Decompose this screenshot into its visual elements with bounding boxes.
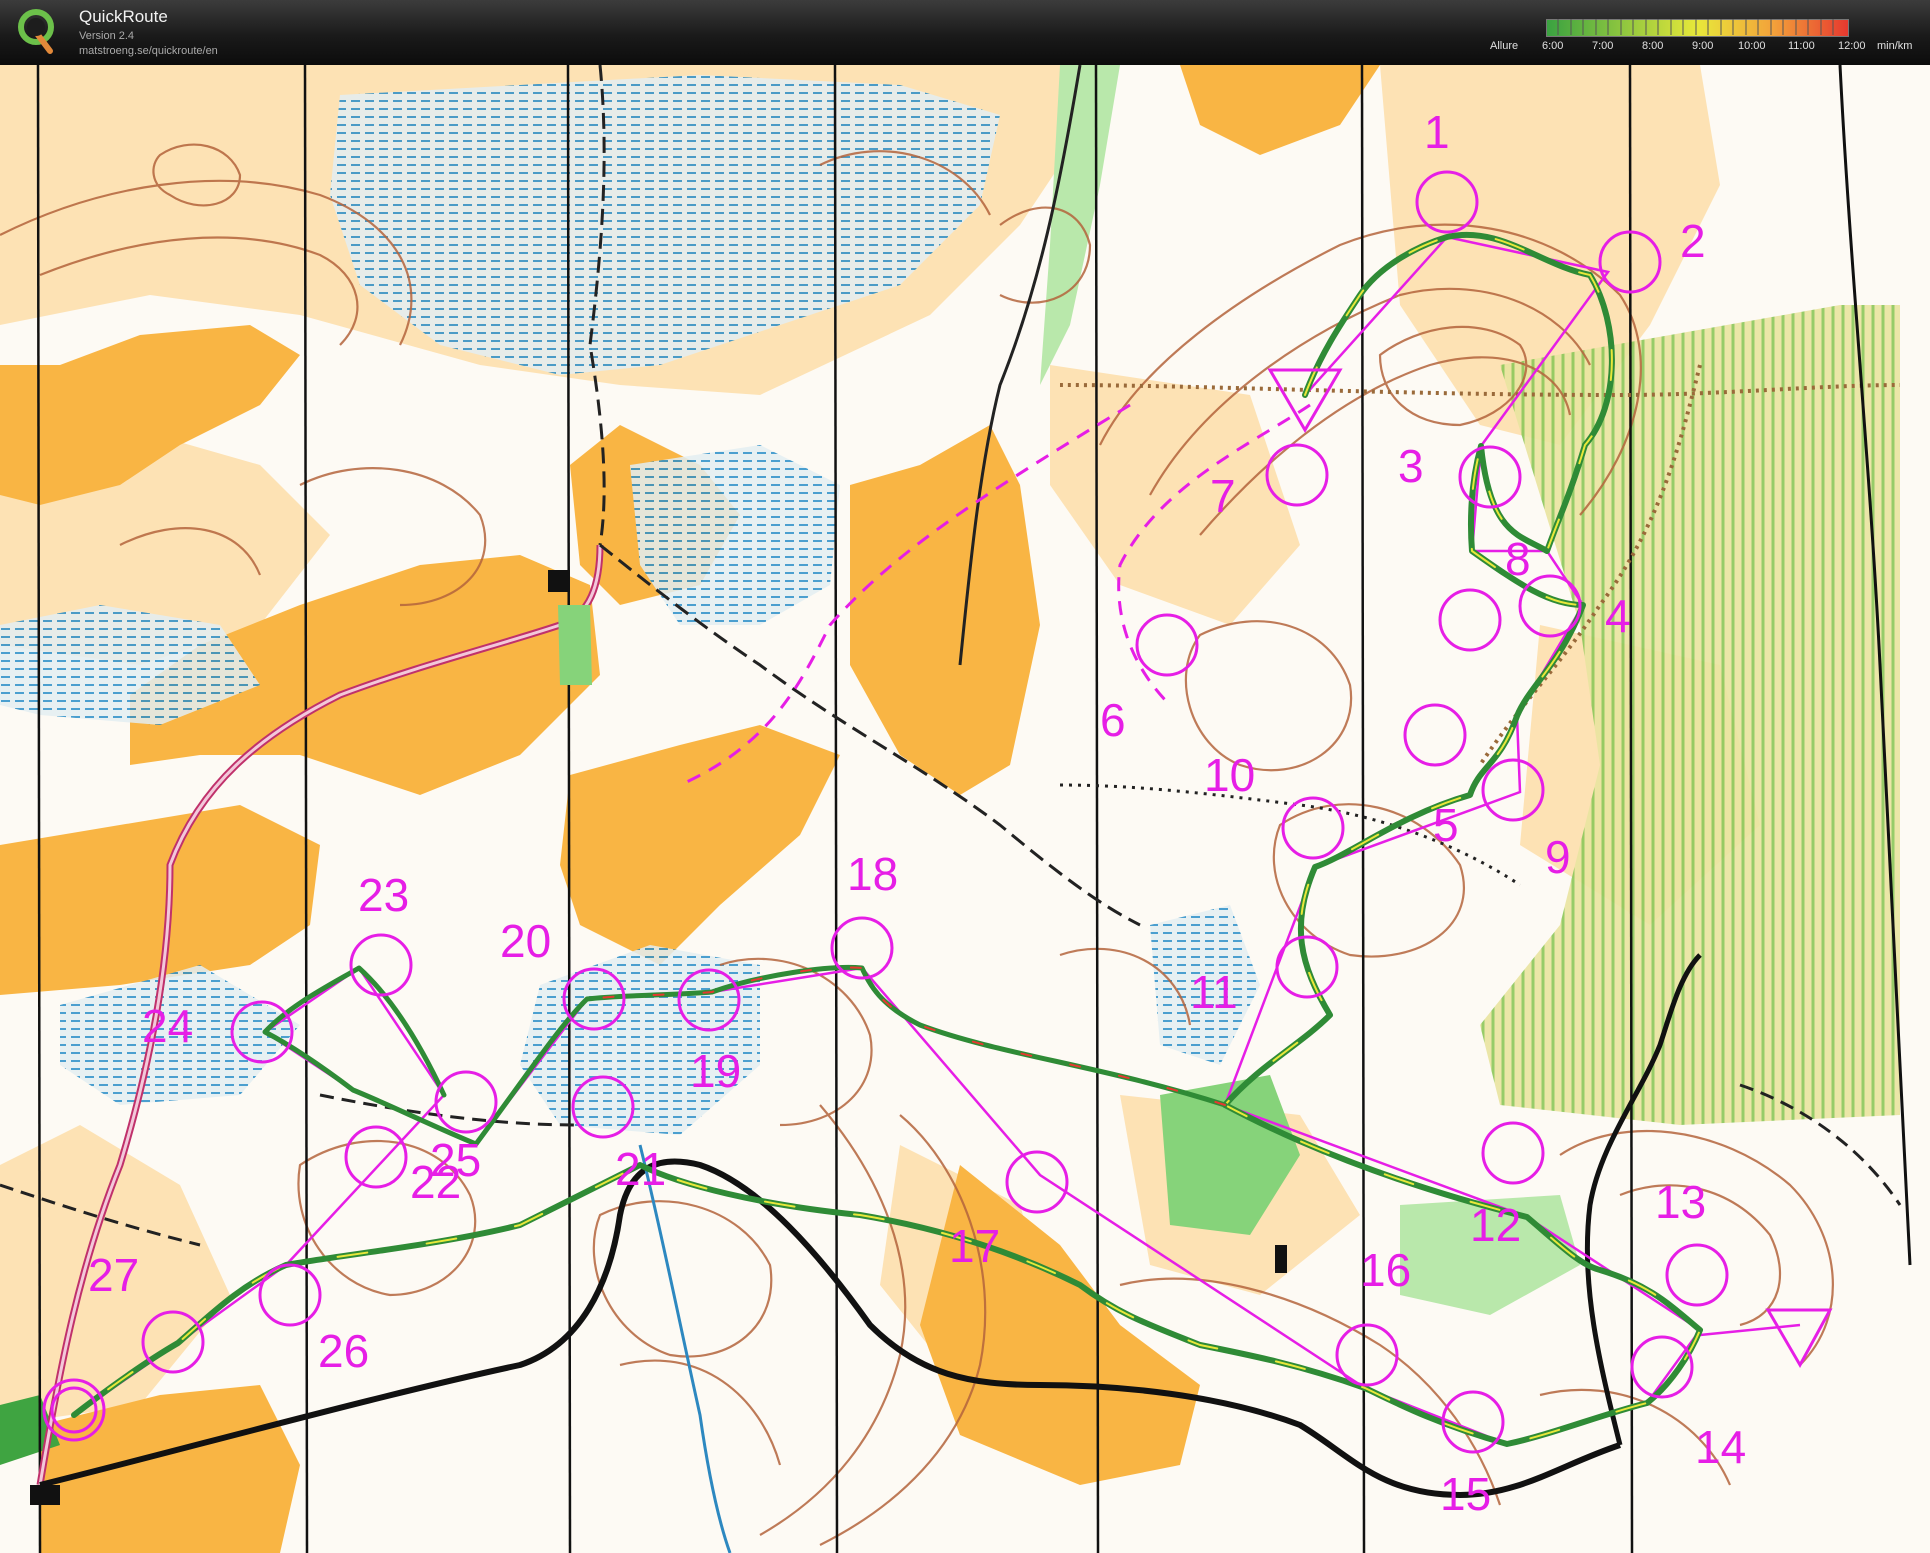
- app-version: Version 2.4: [79, 30, 135, 42]
- control-number: 8: [1505, 533, 1531, 585]
- control-number: 27: [88, 1249, 139, 1301]
- control-number: 20: [500, 915, 551, 967]
- pace-tick-label: 11:00: [1788, 40, 1815, 52]
- control-number: 4: [1605, 590, 1631, 642]
- control-number: 2: [1680, 215, 1706, 267]
- control-number: 24: [142, 1000, 193, 1052]
- control-number: 21: [615, 1143, 666, 1195]
- control-number: 15: [1440, 1468, 1491, 1520]
- quickroute-logo-icon: [18, 9, 54, 54]
- pace-tick-label: 12:00: [1838, 40, 1866, 52]
- pace-scale-ticks: [1557, 19, 1834, 35]
- control-number: 10: [1204, 749, 1255, 801]
- control-number: 7: [1210, 470, 1236, 522]
- pace-tick-label: 10:00: [1738, 40, 1766, 52]
- control-number: 3: [1398, 440, 1424, 492]
- control-number: 14: [1695, 1421, 1746, 1473]
- control-number: 9: [1545, 831, 1571, 883]
- control-number: 25: [430, 1134, 481, 1186]
- control-number: 13: [1655, 1176, 1706, 1228]
- pace-tick-label: 6:00: [1542, 40, 1564, 52]
- control-number: 11: [1190, 966, 1238, 1018]
- pace-tick-label: 8:00: [1642, 40, 1664, 52]
- control-number: 6: [1100, 694, 1126, 746]
- control-number: 17: [949, 1220, 1000, 1272]
- pace-tick-label: 9:00: [1692, 40, 1714, 52]
- control-number: 19: [690, 1045, 741, 1097]
- orienteering-map[interactable]: 1 2 3 4 5 6 7 8 9 10 11 12 13 14 15 16 1…: [0, 65, 1930, 1553]
- control-number: 26: [318, 1325, 369, 1377]
- control-number: 23: [358, 869, 409, 921]
- control-number: 1: [1424, 106, 1450, 158]
- green-fields: [558, 605, 592, 685]
- control-number: 16: [1360, 1244, 1411, 1296]
- control-number: 18: [847, 848, 898, 900]
- header-bar: QuickRoute Version 2.4 matstroeng.se/qui…: [0, 0, 1930, 65]
- app-url: matstroeng.se/quickroute/en: [79, 45, 218, 57]
- control-number: 5: [1433, 799, 1459, 851]
- control-number: 12: [1470, 1199, 1521, 1251]
- pace-scale-title: Allure: [1490, 40, 1519, 52]
- quickroute-window: QuickRoute Version 2.4 matstroeng.se/qui…: [0, 0, 1930, 1553]
- app-name: QuickRoute: [79, 7, 168, 26]
- pace-unit-label: min/km: [1877, 40, 1913, 52]
- pace-tick-label: 7:00: [1592, 40, 1614, 52]
